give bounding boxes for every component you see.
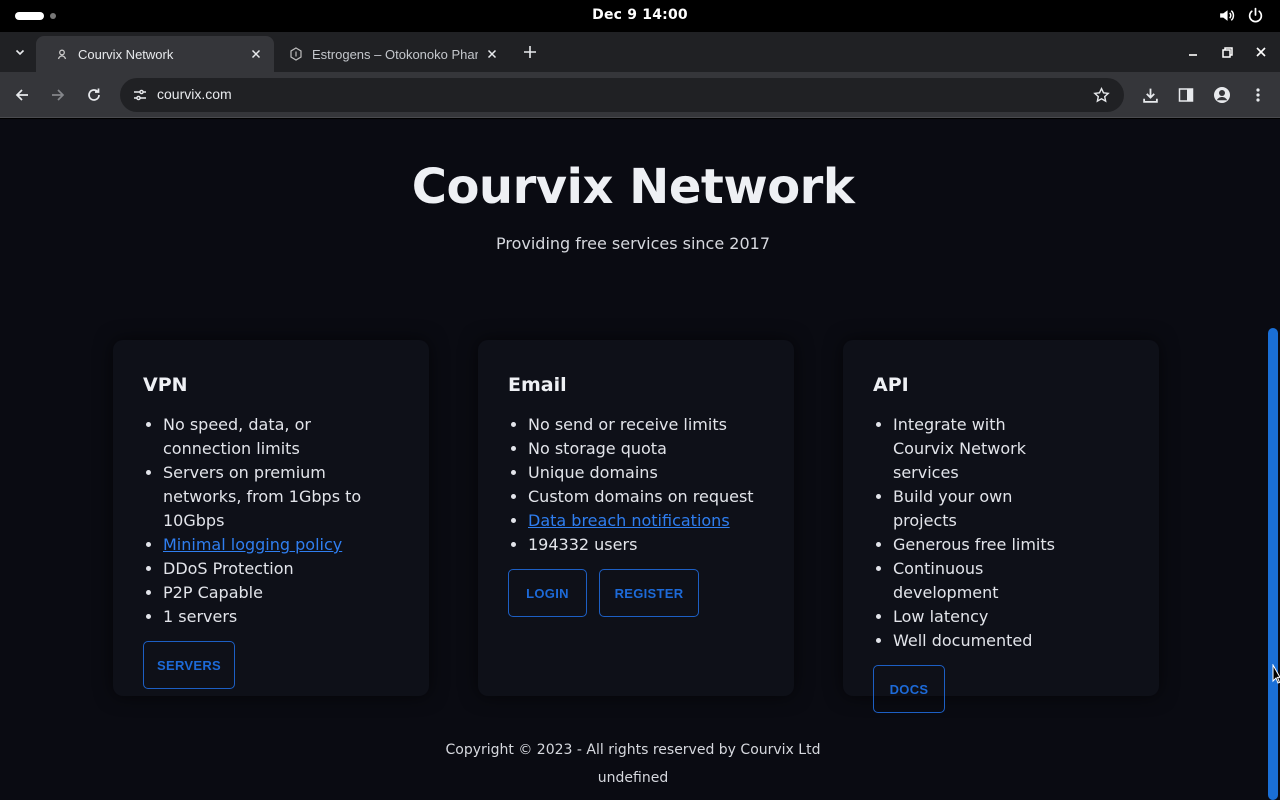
docs-button[interactable]: DOCS [873,665,945,713]
servers-button[interactable]: SERVERS [143,641,235,689]
api-card: API Integrate with Courvix Network servi… [843,340,1159,713]
system-tray[interactable] [1218,7,1264,24]
tab-title: Estrogens – Otokonoko Pharma [312,46,478,62]
tab-courvix-network[interactable]: Courvix Network [36,36,274,72]
card-title: VPN [143,374,188,396]
list-item: Well documented [893,629,1069,653]
system-top-bar: Dec 9 14:00 [0,0,1280,32]
list-item: No speed, data, or connection limits [163,413,399,461]
back-button[interactable] [10,83,34,107]
window-controls [1182,40,1272,64]
close-window-button[interactable] [1250,40,1272,64]
volume-icon [1220,10,1235,21]
browser-toolbar: courvix.com [0,72,1280,118]
power-icon [1248,7,1263,23]
register-button[interactable]: REGISTER [599,569,699,617]
button-row: SERVERS [143,641,399,689]
list-item: P2P Capable [163,581,399,605]
minimize-icon [1189,54,1197,56]
site-info-icon[interactable] [128,83,152,107]
tab-strip: Courvix Network Estrogens – Otokonoko Ph… [0,32,1280,72]
profile-button[interactable] [1210,83,1234,107]
footer-extra-text: undefined [597,770,669,786]
page-scrollbar[interactable] [1266,119,1280,800]
footer: Copyright © 2023 - All rights reserved b… [0,736,1266,792]
page-subtitle: Providing free services since 2017 [495,234,770,253]
list-item: No storage quota [528,437,764,461]
list-item: 194332 users [528,533,764,557]
clock[interactable]: Dec 9 14:00 [0,7,1280,23]
plus-icon [524,46,536,58]
scrollbar-thumb[interactable] [1268,328,1278,800]
reload-button[interactable] [82,83,106,107]
molecule-favicon-icon [288,46,304,62]
card-title: Email [508,374,567,396]
list-item: No send or receive limits [528,413,764,437]
tab-search-button[interactable] [8,40,32,64]
arrow-right-icon [52,89,65,101]
close-icon [1256,47,1266,57]
email-card: Email No send or receive limits No stora… [478,340,794,696]
more-vert-icon [1256,88,1260,102]
side-panel-icon [1178,88,1194,102]
tab-close-icon[interactable] [248,46,264,62]
tab-title: Courvix Network [78,46,174,62]
address-bar[interactable]: courvix.com [120,78,1124,112]
feature-list: Integrate with Courvix Network services … [873,413,1129,653]
list-item: Servers on premium networks, from 1Gbps … [163,461,399,533]
logging-policy-link[interactable]: Minimal logging policy [163,535,342,554]
url-text[interactable]: courvix.com [157,86,232,102]
downloads-button[interactable] [1138,83,1162,107]
list-item: Low latency [893,605,1069,629]
list-item: 1 servers [163,605,399,629]
page-viewport: Courvix Network Providing free services … [0,119,1280,800]
profile-icon [1214,87,1230,103]
feature-list: No speed, data, or connection limits Ser… [143,413,399,629]
reload-icon [88,88,100,101]
mouse-pointer-icon [1272,664,1280,684]
bookmark-star-icon[interactable] [1090,84,1112,106]
button-row: DOCS [873,665,1129,713]
list-item: Custom domains on request [528,485,764,509]
arrow-left-icon [15,89,28,101]
card-title: API [873,374,909,396]
minimize-button[interactable] [1182,40,1204,64]
vpn-card: VPN No speed, data, or connection limits… [113,340,429,696]
side-panel-button[interactable] [1174,83,1198,107]
login-button[interactable]: LOGIN [508,569,587,617]
list-item: Minimal logging policy [163,533,399,557]
copyright-text: Copyright © 2023 - All rights reserved b… [445,742,821,758]
page-title: Courvix Network [411,159,855,215]
list-item: Build your own projects [893,485,1069,533]
tab-close-icon[interactable] [484,46,500,62]
new-tab-button[interactable] [518,40,542,64]
restore-button[interactable] [1216,40,1238,64]
browser-menu-button[interactable] [1246,83,1270,107]
tab-estrogens[interactable]: Estrogens – Otokonoko Pharma [270,36,510,72]
list-item: Generous free limits [893,533,1069,557]
site-favicon-icon [54,46,70,62]
download-icon [1142,88,1158,103]
restore-icon [1221,46,1233,58]
feature-list: No send or receive limits No storage quo… [508,413,764,557]
list-item: Unique domains [528,461,764,485]
list-item: Integrate with Courvix Network services [893,413,1069,485]
button-row: LOGIN REGISTER [508,569,764,617]
list-item: Data breach notifications [528,509,764,533]
forward-button[interactable] [46,83,70,107]
data-breach-link[interactable]: Data breach notifications [528,511,730,530]
list-item: DDoS Protection [163,557,399,581]
chevron-down-icon [15,49,25,56]
list-item: Continuous development [893,557,1069,605]
